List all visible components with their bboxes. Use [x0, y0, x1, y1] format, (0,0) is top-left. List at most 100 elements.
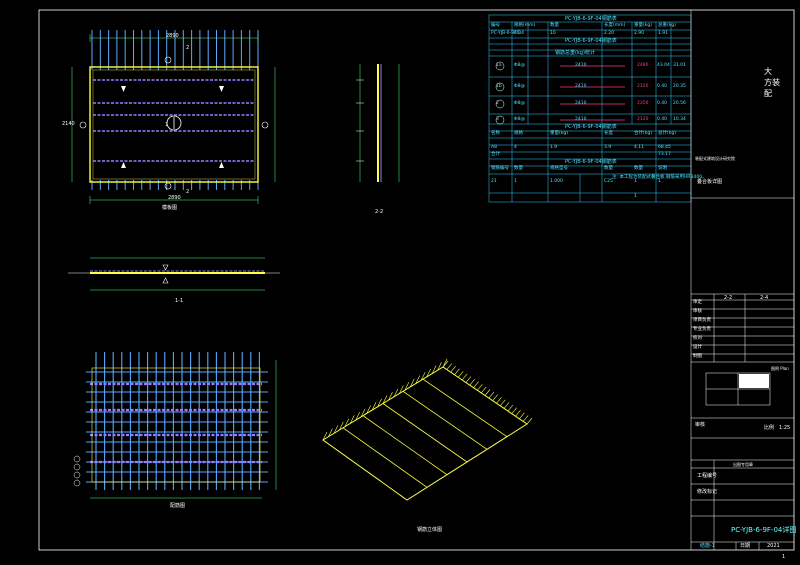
iso-truss [382, 403, 468, 463]
plan-dim-top: 2890 [166, 33, 179, 39]
section2-caption: 2-2 [375, 209, 384, 215]
sign-2: 工程编号 [697, 473, 718, 479]
schedule-rowa-cell: 3.9 [604, 145, 612, 150]
schedule-rowc-cell: 21 [491, 179, 497, 184]
section-2-2 [356, 64, 400, 182]
schedule-header2-cell: 名称 [491, 131, 500, 136]
schedule-bar-cell: 2 [496, 101, 499, 106]
iso-bar-end [503, 402, 510, 409]
schedule-header-cell: 编号 [491, 23, 500, 28]
schedule-note: 注: 本工程为装配式叠合板,钢筋采用HRB400。 [612, 175, 707, 180]
plan-view [71, 30, 276, 204]
schedule-row0-cell: 10 [550, 31, 556, 36]
schedule-row0-cell: 2.90 [634, 31, 645, 36]
iso-truss [342, 427, 428, 488]
iso-bar-end [526, 417, 533, 425]
schedule-rowd-cell: 1 [634, 194, 637, 199]
schedule-bar-cell: 1a [496, 63, 502, 68]
iso-truss [422, 378, 508, 437]
scale-label: 比例 [764, 425, 775, 431]
title-block-row-label: 设计 [693, 345, 702, 350]
iso-bar-end [480, 386, 487, 394]
title-block-row-label: 校对 [693, 336, 702, 341]
schedule-bar-cell: 1b [496, 84, 502, 89]
schedule-bar-cell: 43.04 [657, 63, 670, 68]
schedule-bar-cell: Φ8@ [514, 84, 525, 89]
schedule-title-2: PC-YJB-6-9F-04钢筋表 [565, 38, 617, 44]
schedule-header-cell: 重量(kg) [634, 23, 652, 28]
schedule-bar-cell: 2120 [637, 84, 649, 89]
schedule-bar-cell: 2480 [637, 63, 649, 68]
schedule-rowa-cell: A8 [491, 145, 497, 150]
schedule-rowb-cell: 合计 [491, 152, 500, 157]
schedule-rowc-cell: 1.000 [550, 179, 563, 184]
schedule-bar-cell: 3 [496, 117, 499, 122]
schedule-bar-cell: 2410 [575, 63, 587, 68]
schedule-title-4: PC-YJB-6-9F-04钢筋表 [565, 159, 617, 165]
iso-bar-end [450, 365, 456, 373]
schedule-bar-cell: 2350 [637, 101, 649, 106]
schedule-title-3: PC-YJB-6-9F-04钢筋表 [565, 124, 617, 130]
iso-bar-end [469, 378, 475, 386]
footer-mid: 日期 [740, 543, 751, 549]
schedule-bar-cell: 2410 [575, 101, 587, 106]
iso-bar-end [454, 368, 460, 375]
schedule-header-cell: 规格(mm) [514, 23, 536, 28]
schedule-bar-cell: Φ8@ [514, 101, 525, 106]
schedule-row0-cell: 1.91 [658, 31, 669, 36]
scale-value: 1:25 [779, 425, 791, 431]
iso-bar-end [465, 376, 472, 383]
title-block-row-label: 审核 [693, 309, 702, 314]
schedule-bar-cell: 0.40 [657, 84, 668, 89]
section1-caption: 1-1 [175, 298, 184, 304]
stamp-label: 出图专用章 [733, 462, 753, 467]
iso-bar-end [484, 389, 491, 396]
schedule-header3-cell: 数量 [634, 166, 643, 171]
plan-dim-left: 2140 [62, 121, 75, 127]
drawing-number: PC-YJB-6-9F-04详图 [731, 526, 797, 534]
schedule-header2-cell: 总计(kg) [658, 131, 676, 136]
rebar-caption: 配筋图 [170, 503, 186, 509]
cut-mark-top: 2 [186, 45, 190, 51]
footer-left: 结施-1 [700, 543, 715, 549]
schedule-row0-cell: 45 [514, 31, 520, 36]
schedule-header-cell: 数量 [550, 23, 559, 28]
iso-bar-end [446, 363, 453, 370]
grid-b: 2-4 [760, 295, 769, 301]
iso-truss [402, 391, 488, 450]
iso-bar-end [500, 399, 506, 407]
schedule-rowa-cell: 1.9 [550, 145, 558, 150]
iso-truss [362, 415, 448, 475]
iso-bar-end [477, 384, 483, 391]
sign-1: 审核 [695, 422, 706, 428]
schedule-bar-cell: 2410 [575, 84, 587, 89]
title-block-row-label: 审定 [693, 300, 702, 305]
schedule-bar-cell: 2120 [637, 117, 649, 122]
iso-bar-end [522, 415, 529, 422]
plan-dim-bottom: 2890 [168, 195, 181, 201]
schedule-header2-cell: 规格 [514, 131, 523, 136]
schedule-header2-cell: 长度 [604, 131, 613, 136]
schedule-bar-cell: Φ8@ [514, 63, 525, 68]
footer-right: 2021 [767, 543, 780, 549]
title-block-row-label: 制图 [693, 354, 702, 359]
schedule-bar-cell: 20.35 [673, 84, 686, 89]
company-name: 大 方装 配 [764, 67, 780, 99]
schedule-rowc-cell: C25 [604, 179, 613, 184]
schedule-header3-cell: 说明 [658, 166, 667, 171]
section-1-1 [68, 257, 280, 291]
schedule-header3-cell: 规格型号 [550, 166, 568, 171]
title-block-row-label: 项目负责 [693, 318, 711, 323]
drawing-title: 叠合板详图 [697, 179, 723, 185]
schedule-row0-cell: 2.20 [604, 31, 615, 36]
iso-bar-end [473, 381, 479, 388]
schedule-header-cell: 长度(mm) [604, 23, 626, 28]
schedule-title-1: PC-YJB-6-9F-04钢筋表 [565, 16, 617, 22]
schedule-rowa-cell: 68.45 [658, 145, 671, 150]
cut-mark-left: 1 [165, 122, 169, 128]
iso-bar-end [515, 410, 521, 417]
iso-bar-end [488, 391, 495, 399]
schedule-bar-cell: 0.40 [657, 117, 668, 122]
project-label: 装配式建筑设计研究院 [695, 156, 735, 161]
schedule-bar-cell: 20.56 [673, 101, 686, 106]
